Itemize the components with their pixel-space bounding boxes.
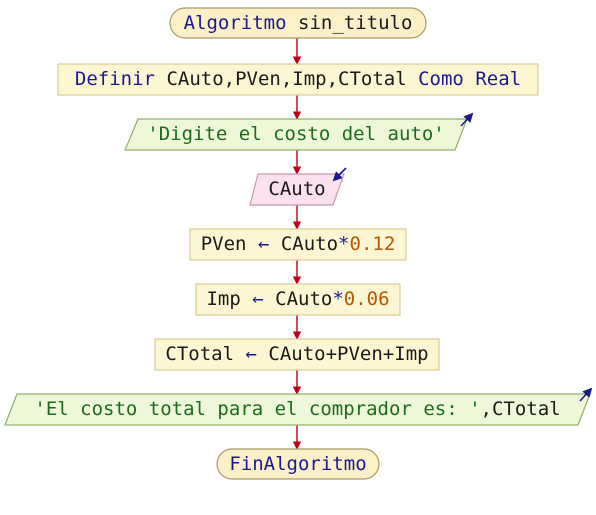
end-keyword: FinAlgoritmo [229, 452, 367, 475]
define-type-keyword: Real [475, 68, 522, 90]
assign3-arrow: ← [245, 343, 257, 365]
assign3-target: CTotal [165, 343, 235, 365]
start-terminal: Algoritmo sin_titulo [170, 8, 426, 38]
output2-node: 'El costo total para el comprador es: ',… [5, 394, 590, 425]
assign2-target: Imp [206, 288, 241, 310]
assign1-num: 0.12 [349, 233, 396, 255]
algorithm-name: sin_titulo [298, 11, 413, 34]
flowchart-canvas: Algoritmo sin_titulo Definir CAuto,PVen,… [0, 0, 596, 515]
input1-node: CAuto [250, 174, 344, 205]
assign1-expr: CAuto [280, 233, 339, 255]
assign3-expr: CAuto+PVen+Imp [268, 343, 429, 365]
assign1-target: PVen [200, 233, 247, 255]
assign1-arrow: ← [257, 233, 270, 255]
end-terminal: FinAlgoritmo [217, 449, 379, 479]
define-process: Definir CAuto,PVen,Imp,CTotal Como Real [58, 64, 538, 95]
output2-suffix: ,CTotal [480, 398, 561, 420]
output1-text: 'Digite el costo del auto' [147, 123, 445, 145]
assign2-num: 0.06 [343, 288, 390, 310]
output2-text: 'El costo total para el comprador es: ' [34, 398, 481, 420]
input1-var: CAuto [268, 178, 326, 200]
assign3-process: CTotal ← CAuto+PVen+Imp [155, 339, 439, 370]
output1-node: 'Digite el costo del auto' [125, 119, 467, 150]
define-as-keyword: Como [418, 68, 464, 90]
assign2-process: Imp ← CAuto * 0.06 [196, 284, 400, 315]
start-keyword: Algoritmo [183, 11, 287, 34]
assign1-op: * [338, 233, 350, 255]
define-keyword: Definir [74, 68, 155, 90]
define-vars: CAuto,PVen,Imp,CTotal [166, 68, 407, 90]
assign1-process: PVen ← CAuto * 0.12 [190, 229, 406, 260]
assign2-op: * [332, 288, 344, 310]
assign2-arrow: ← [252, 288, 264, 310]
assign2-expr: CAuto [275, 288, 333, 310]
